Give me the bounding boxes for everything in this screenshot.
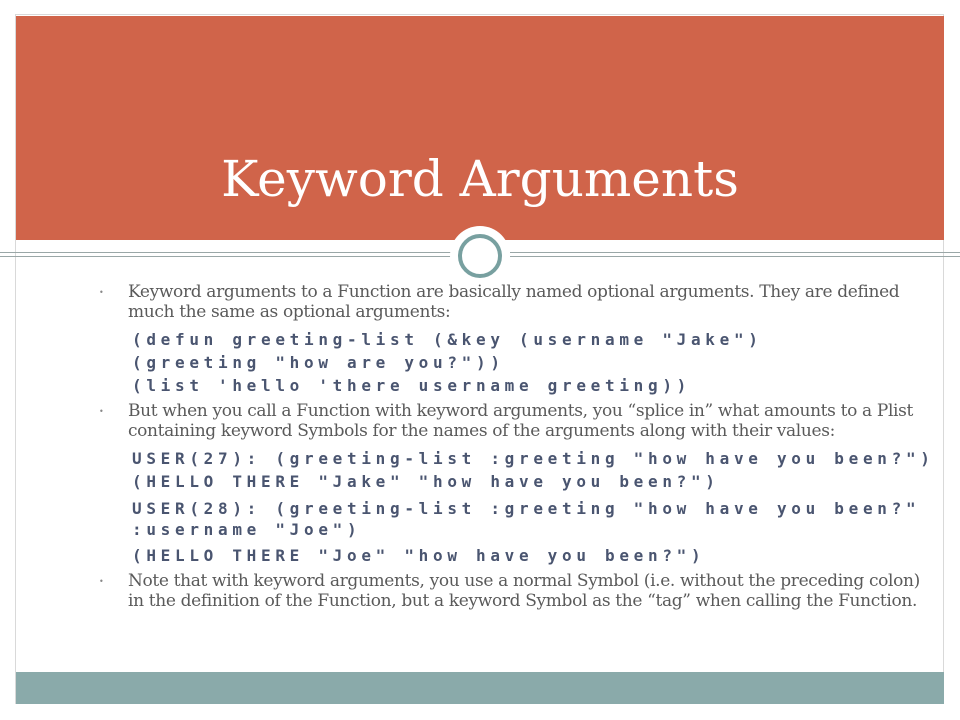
code-line: USER(27): (greeting-list :greeting "how … <box>132 449 935 468</box>
slide-body: • Keyword arguments to a Function are ba… <box>96 282 935 611</box>
bullet-item: • Note that with keyword arguments, you … <box>96 571 926 611</box>
slide: Keyword Arguments • Keyword arguments to… <box>0 0 960 720</box>
bullet-text: Note that with keyword arguments, you us… <box>128 571 920 611</box>
code-line: :username "Joe") <box>132 520 362 539</box>
ring-icon <box>458 234 502 278</box>
code-line: (greeting "how are you?")) <box>132 353 505 372</box>
code-line: (list 'hello 'there username greeting)) <box>132 376 691 395</box>
slide-title: Keyword Arguments <box>221 150 739 208</box>
bullet-icon: • <box>99 577 104 586</box>
code-line: USER(28): (greeting-list :greeting "how … <box>132 499 921 518</box>
bullet-item: • Keyword arguments to a Function are ba… <box>96 282 926 322</box>
bullet-item: • But when you call a Function with keyw… <box>96 401 926 441</box>
bullet-icon: • <box>99 407 104 416</box>
footer-band <box>16 672 944 704</box>
code-line: (defun greeting-list (&key (username "Ja… <box>132 330 763 349</box>
code-line: (HELLO THERE "Jake" "how have you been?"… <box>132 472 720 491</box>
code-line: (HELLO THERE "Joe" "how have you been?") <box>132 546 706 565</box>
bullet-text: But when you call a Function with keywor… <box>128 401 913 441</box>
bullet-icon: • <box>99 288 104 297</box>
bullet-text: Keyword arguments to a Function are basi… <box>128 282 900 322</box>
